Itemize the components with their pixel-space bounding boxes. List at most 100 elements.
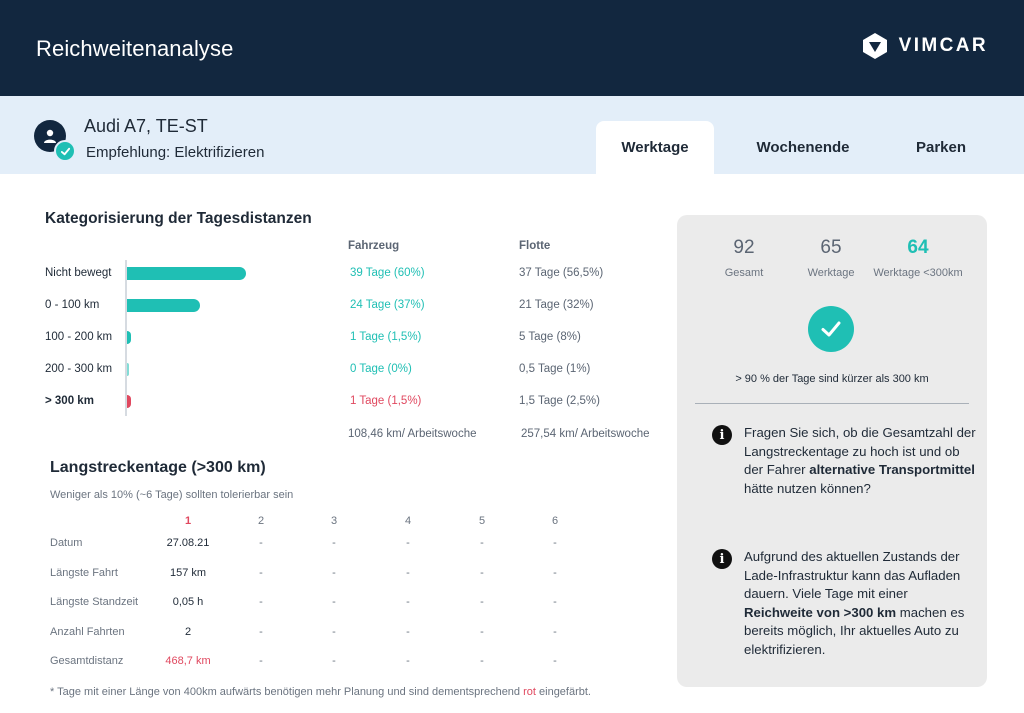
stat-workdays-label: Werktage [807,267,855,279]
table-cell: - [332,655,336,667]
column-header: 3 [330,515,338,527]
check-badge-icon [54,140,76,162]
info-text-charging: Aufgrund des aktuellen Zustands der Lade… [744,549,965,657]
category-bar [127,331,131,344]
stat-workdays-short-value: 64 [907,237,929,258]
stat-workdays: 65 Werktage [781,237,881,279]
table-cell: - [332,625,336,638]
categorization-title: Kategorisierung der Tagesdistanzen [45,210,312,227]
vehicle-value: 0 Tage (0%) [350,363,412,375]
table-cell: 27.08.21 [166,537,210,549]
fleet-value: 21 Tage (32%) [519,299,594,311]
fleet-summary: 257,54 km/ Arbeitswoche [521,428,650,440]
divider [695,403,969,404]
table-cell: - [480,537,484,549]
check-caption: > 90 % der Tage sind kürzer als 300 km [735,373,929,385]
info-block-transport: i Fragen Sie sich, ob die Gesamtzahl der… [712,424,977,498]
tab-bar: Werktage Wochenende Parken [596,121,1010,174]
check-circle-icon [808,306,854,352]
table-cell: - [406,537,410,549]
row-label: Anzahl Fahrten [50,625,125,638]
brand-logo[interactable]: VIMCAR [861,32,988,60]
footnote: * Tage mit einer Länge von 400km aufwärt… [50,686,591,698]
stat-total: 92 Gesamt [694,237,794,279]
table-cell: - [332,596,336,608]
category-bar [127,299,201,312]
row-label: Längste Fahrt [50,566,118,579]
table-cell: 0,05 h [172,596,204,608]
row-label: Längste Standzeit [50,596,139,608]
category-bar [127,395,131,408]
fleet-value: 37 Tage (56,5%) [519,267,604,279]
table-cell: 2 [184,625,192,638]
tab-parken[interactable]: Parken [872,121,1010,174]
col-header-vehicle: Fahrzeug [348,240,400,252]
vehicle-value: 1 Tage (1,5%) [350,395,422,407]
category-label: > 300 km [45,395,94,407]
fleet-value: 0,5 Tage (1%) [519,363,591,375]
long-distance-title: Langstreckentage (>300 km) [50,459,266,476]
stat-workdays-short-label: Werktage <300km [873,267,963,279]
vehicle-value: 24 Tage (37%) [350,299,425,311]
category-bar [127,363,129,376]
col-header-fleet: Flotte [519,240,551,252]
table-cell: - [480,655,484,667]
vimcar-logo-icon [862,33,887,59]
table-cell: - [259,566,263,579]
table-cell: - [332,537,336,549]
recommendation-text: Empfehlung: Elektrifizieren [86,144,265,161]
vehicle-name: Audi A7, TE-ST [84,116,208,136]
footnote-text-end: eingefärbt. [535,686,591,698]
table-cell: - [406,625,410,638]
info-icon: i [712,425,732,445]
info-text-transport: Fragen Sie sich, ob die Gesamtzahl der L… [744,425,976,496]
stat-total-value: 92 [733,237,755,258]
table-cell: - [480,596,484,608]
table-cell: - [406,655,410,667]
stat-workdays-short: 64 Werktage <300km [868,237,968,279]
column-header: 6 [551,515,559,527]
long-distance-note: Weniger als 10% (~6 Tage) sollten toleri… [50,489,294,501]
fleet-value: 5 Tage (8%) [519,331,581,343]
app-title: Reichweitenanalyse [36,36,234,61]
table-cell: - [553,537,557,549]
vehicle-value: 39 Tage (60%) [350,267,425,279]
table-cell: - [406,596,410,608]
table-cell: - [553,655,557,667]
table-cell: - [553,596,557,608]
stat-total-label: Gesamt [724,267,764,279]
row-label: Datum [50,537,83,549]
table-cell: - [259,625,263,638]
table-cell: - [480,566,484,579]
table-cell: - [480,625,484,638]
column-header: 1 [184,515,192,527]
table-cell: - [259,596,263,608]
stat-workdays-value: 65 [820,237,842,258]
top-bar: Reichweitenanalyse VIMCAR [0,0,1024,96]
table-cell: - [259,537,263,549]
column-header: 5 [478,515,486,527]
table-cell: - [259,655,263,667]
vehicle-value: 1 Tage (1,5%) [350,331,422,343]
category-label: 0 - 100 km [45,299,100,311]
category-label: Nicht bewegt [45,267,112,279]
vehicle-header: Audi A7, TE-ST Empfehlung: Elektrifizier… [0,96,1024,174]
footnote-text: * Tage mit einer Länge von 400km aufwärt… [50,686,524,698]
row-label: Gesamtdistanz [50,655,124,667]
brand-name: VIMCAR [898,35,988,56]
vehicle-avatar [34,120,76,162]
table-cell: - [553,566,557,579]
footnote-red-word: rot [523,686,536,698]
table-cell: 157 km [169,566,207,579]
category-bar [127,267,246,280]
column-header: 4 [404,515,412,527]
tab-wochenende[interactable]: Wochenende [734,121,872,174]
table-cell: 468,7 km [165,655,211,667]
tab-werktage[interactable]: Werktage [596,121,714,174]
fleet-value: 1,5 Tage (2,5%) [519,395,600,407]
table-cell: - [406,566,410,579]
category-label: 100 - 200 km [45,331,113,343]
summary-panel: 92 Gesamt 65 Werktage 64 Werktage <300km… [677,215,987,687]
info-block-charging: i Aufgrund des aktuellen Zustands der La… [712,548,977,659]
column-header: 2 [257,515,265,527]
